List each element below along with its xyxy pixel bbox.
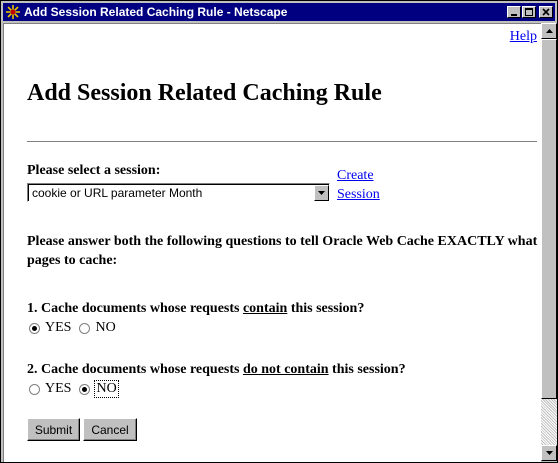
- q2-no-label: NO: [94, 380, 119, 398]
- help-link[interactable]: Help: [510, 29, 537, 45]
- question-2-options: YES NO: [29, 380, 126, 398]
- create-session-link-line2: Session: [337, 187, 380, 202]
- q1-yes-label: YES: [45, 320, 72, 335]
- minimize-icon[interactable]: [507, 6, 521, 18]
- title-bar[interactable]: Add Session Related Caching Rule - Netsc…: [3, 3, 555, 21]
- page-title: Add Session Related Caching Rule: [27, 80, 382, 106]
- netscape-icon: [5, 4, 21, 20]
- submit-button[interactable]: Submit: [27, 418, 80, 441]
- q2-yes-radio[interactable]: [29, 383, 40, 395]
- instructions-text: Please answer both the following questio…: [27, 234, 538, 268]
- session-select[interactable]: cookie or URL parameter Month: [27, 183, 330, 202]
- chevron-down-icon[interactable]: [314, 185, 329, 201]
- scrollbar-thumb[interactable]: [541, 39, 557, 399]
- question-2: 2. Cache documents whose requests do not…: [27, 362, 406, 378]
- close-icon[interactable]: [539, 6, 553, 18]
- question-1-emphasis: contain: [242, 301, 288, 316]
- q2-yes-label: YES: [45, 381, 72, 396]
- vertical-scrollbar[interactable]: [541, 23, 557, 461]
- question-1-suffix: this session?: [287, 301, 365, 316]
- browser-window: Add Session Related Caching Rule - Netsc…: [0, 0, 558, 463]
- question-1: 1. Cache documents whose requests contai…: [27, 301, 364, 317]
- create-session-link[interactable]: Create Session: [337, 166, 380, 204]
- q1-no-radio[interactable]: [79, 322, 91, 334]
- page-content: Help Add Session Related Caching Rule Pl…: [3, 23, 541, 462]
- session-select-label: Please select a session:: [27, 163, 161, 178]
- divider: [27, 141, 537, 143]
- question-1-prefix: 1. Cache documents whose requests: [27, 301, 243, 316]
- q1-no-label: NO: [95, 320, 116, 335]
- question-2-emphasis: do not contain: [242, 362, 329, 377]
- maximize-icon[interactable]: [522, 6, 536, 18]
- scroll-down-icon[interactable]: [541, 445, 557, 461]
- q2-no-radio[interactable]: [79, 383, 91, 395]
- cancel-button[interactable]: Cancel: [83, 418, 137, 441]
- question-1-options: YES NO: [29, 320, 124, 336]
- question-2-suffix: this session?: [328, 362, 406, 377]
- question-2-prefix: 2. Cache documents whose requests: [27, 362, 243, 377]
- window-title: Add Session Related Caching Rule - Netsc…: [24, 5, 288, 19]
- create-session-link-line1: Create: [337, 168, 374, 183]
- session-select-value: cookie or URL parameter Month: [32, 186, 203, 200]
- scroll-up-icon[interactable]: [541, 23, 557, 39]
- q1-yes-radio[interactable]: [29, 322, 40, 334]
